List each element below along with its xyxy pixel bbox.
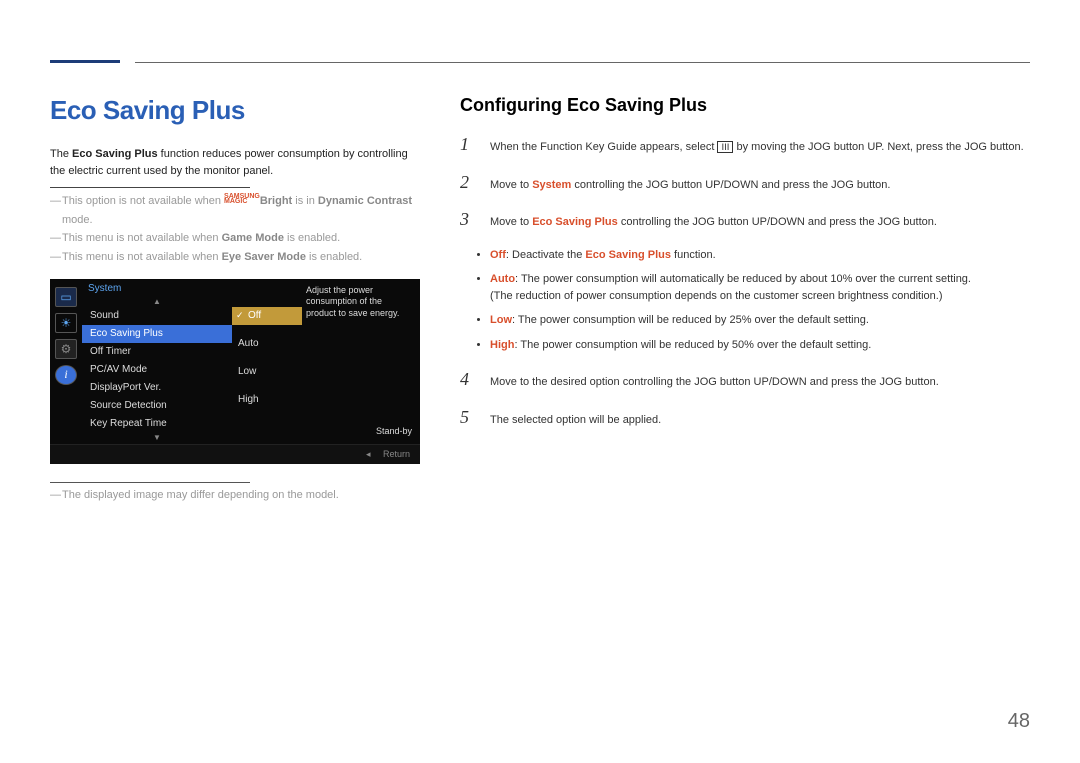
monitor-icon: ▭ [55,287,77,307]
osd-tooltip: Adjust the power consumption of the prod… [306,285,412,320]
osd-option-low: Low [232,363,302,381]
note-1-prefix: This option is not available when [62,195,224,207]
bullet-off-mid: : Deactivate the [506,249,586,261]
note-1-bright: Bright [260,195,292,207]
step-2-suffix: controlling the JOG button UP/DOWN and p… [571,179,890,191]
intro-feature-name: Eco Saving Plus [72,148,158,160]
step-3-target: Eco Saving Plus [532,216,618,228]
note-1-mode: Dynamic Contrast [318,195,412,207]
bullet-off-label: Off [490,249,506,261]
osd-screenshot: ▭ ☀ ⚙ i System ▲ Sound Eco Saving Plus O… [50,279,420,464]
osd-option-auto: Auto [232,335,302,353]
note-3-suffix: is enabled. [306,251,362,263]
osd-item-displayport-ver: DisplayPort Ver. [82,379,232,397]
intro-rule [50,187,250,188]
note-1-mid: is in [292,195,318,207]
bullet-off-target: Eco Saving Plus [585,249,671,261]
osd-item-eco-saving-plus: Eco Saving Plus [82,325,232,343]
note-2-suffix: is enabled. [284,232,340,244]
osd-item-sound: Sound [82,307,232,325]
osd-option-high: High [232,391,302,409]
osd-options-column: Off Auto Low High [232,279,302,444]
step-3: 3 Move to Eco Saving Plus controlling th… [460,209,1030,231]
footer-rule [50,482,250,483]
osd-help-column: Adjust the power consumption of the prod… [302,279,420,444]
step-1-body: When the Function Key Guide appears, sel… [490,139,1030,156]
menu-icon: ⅠⅠⅠ [717,141,733,154]
step-number: 1 [460,134,474,155]
step-3-suffix: controlling the JOG button UP/DOWN and p… [618,216,937,228]
note-3: This menu is not available when Eye Save… [50,248,420,267]
bullet-auto-label: Auto [490,273,515,285]
steps-list: 1 When the Function Key Guide appears, s… [460,134,1030,428]
osd-footer: ◂ Return [50,444,420,464]
settings-icon: ⚙ [55,339,77,359]
osd-standby-label: Stand-by [306,426,412,438]
step-number: 2 [460,172,474,193]
section-title: Configuring Eco Saving Plus [460,95,1030,116]
left-column: Eco Saving Plus The Eco Saving Plus func… [50,95,420,501]
step-2: 2 Move to System controlling the JOG but… [460,172,1030,194]
step-1-prefix: When the Function Key Guide appears, sel… [490,141,717,153]
image-disclaimer: The displayed image may differ depending… [50,489,420,501]
bullet-low: Low: The power consumption will be reduc… [490,312,1030,329]
note-3-mode: Eye Saver Mode [222,251,306,263]
note-2: This menu is not available when Game Mod… [50,229,420,248]
samsung-magic-logo: SAMSUNGMAGIC [224,195,260,205]
osd-item-off-timer: Off Timer [82,343,232,361]
bullet-off-suffix: function. [671,249,716,261]
step-4-body: Move to the desired option controlling t… [490,374,1030,391]
bullet-high: High: The power consumption will be redu… [490,337,1030,354]
bullet-off: Off: Deactivate the Eco Saving Plus func… [490,247,1030,264]
step-3-prefix: Move to [490,216,532,228]
bullet-auto-sub: (The reduction of power consumption depe… [490,290,942,302]
osd-item-pcav-mode: PC/AV Mode [82,361,232,379]
step-number: 4 [460,369,474,390]
bullet-high-text: : The power consumption will be reduced … [514,339,871,351]
note-2-prefix: This menu is not available when [62,232,222,244]
scroll-down-icon: ▼ [82,433,232,444]
header-rule [135,62,1030,63]
osd-tab-label: System [82,279,232,297]
bullet-auto: Auto: The power consumption will automat… [490,271,1030,304]
option-bullets: Off: Deactivate the Eco Saving Plus func… [490,247,1030,354]
osd-sidebar: ▭ ☀ ⚙ i [50,279,82,444]
step-5-body: The selected option will be applied. [490,412,1030,429]
step-2-target: System [532,179,571,191]
osd-item-key-repeat-time: Key Repeat Time [82,415,232,433]
step-3-body: Move to Eco Saving Plus controlling the … [490,214,1030,231]
right-column: Configuring Eco Saving Plus 1 When the F… [460,95,1030,501]
page-number: 48 [1008,710,1030,733]
osd-return-label: Return [383,449,410,459]
brightness-icon: ☀ [55,313,77,333]
step-number: 5 [460,407,474,428]
page-title: Eco Saving Plus [50,95,420,126]
bullet-auto-text: : The power consumption will automatical… [515,273,971,285]
intro-paragraph: The Eco Saving Plus function reduces pow… [50,146,420,179]
note-2-mode: Game Mode [222,232,284,244]
step-number: 3 [460,209,474,230]
step-4: 4 Move to the desired option controlling… [460,369,1030,391]
note-1-suffix: mode. [62,214,93,226]
page-content: Eco Saving Plus The Eco Saving Plus func… [50,95,1030,501]
bullet-high-label: High [490,339,514,351]
note-1: This option is not available when SAMSUN… [50,192,420,229]
scroll-up-icon: ▲ [82,297,232,307]
step-1: 1 When the Function Key Guide appears, s… [460,134,1030,156]
osd-option-off: Off [232,307,302,325]
bullet-low-label: Low [490,314,512,326]
step-2-prefix: Move to [490,179,532,191]
step-2-body: Move to System controlling the JOG butto… [490,177,1030,194]
osd-item-source-detection: Source Detection [82,397,232,415]
note-3-prefix: This menu is not available when [62,251,222,263]
step-5: 5 The selected option will be applied. [460,407,1030,429]
info-icon: i [55,365,77,385]
back-arrow-icon: ◂ [366,449,371,459]
bullet-low-text: : The power consumption will be reduced … [512,314,869,326]
header-accent [50,60,120,63]
intro-prefix: The [50,148,72,160]
magic-bot: MAGIC [224,198,247,205]
osd-menu-column: System ▲ Sound Eco Saving Plus Off Timer… [82,279,232,444]
step-1-suffix: by moving the JOG button UP. Next, press… [733,141,1023,153]
